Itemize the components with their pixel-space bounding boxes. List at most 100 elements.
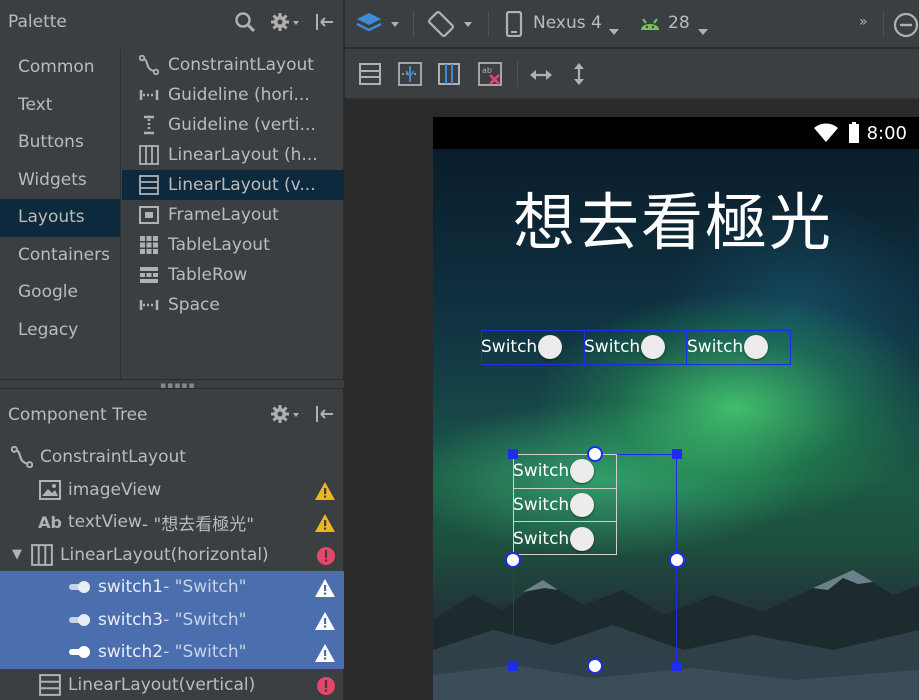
gear-icon[interactable] <box>268 402 302 426</box>
tree-row-switch1[interactable]: switch1- "Switch" <box>0 571 344 604</box>
category-buttons[interactable]: Buttons <box>0 124 120 162</box>
device-selector[interactable]: Nexus 4 <box>533 13 602 33</box>
constraint-anchor-left[interactable] <box>505 552 521 568</box>
palette-item-guideline-vertical[interactable]: Guideline (verti... <box>122 110 344 140</box>
palette-item-label: LinearLayout (h... <box>168 145 318 165</box>
palette-item-linearlayout-vertical[interactable]: LinearLayout (v... <box>122 170 344 200</box>
vertical-switch-3[interactable]: Switch <box>513 527 595 551</box>
guideline-horizontal-icon <box>138 84 160 106</box>
switch1[interactable]: Switch <box>481 335 563 359</box>
overflow-chevron-icon[interactable]: » <box>859 14 868 30</box>
aurora-image-view[interactable]: 想去看極光 Switch Switch Switch Switch Switch… <box>433 149 919 700</box>
palette-item-linearlayout-horizontal[interactable]: LinearLayout (h... <box>122 140 344 170</box>
panel-splitter[interactable]: ▪▪▪▪▪ <box>0 379 344 391</box>
palette-item-label: FrameLayout <box>168 205 279 225</box>
tree-row-linearlayout-vertical[interactable]: LinearLayout (vertical) <box>0 669 344 700</box>
component-tree: ConstraintLayout imageView Ab textView - … <box>0 441 344 700</box>
frame-layout-icon <box>138 204 160 226</box>
palette-item-constraintlayout[interactable]: ConstraintLayout <box>122 50 344 80</box>
constraint-layout-icon <box>10 446 34 469</box>
switch-label: Switch <box>687 337 744 357</box>
tree-row-constraintlayout[interactable]: ConstraintLayout <box>0 441 344 474</box>
tree-row-textview[interactable]: Ab textView - "想去看極光" <box>0 506 344 539</box>
search-icon[interactable] <box>232 10 258 34</box>
chevron-down-icon[interactable] <box>608 21 620 40</box>
warning-icon[interactable] <box>314 643 336 668</box>
vertical-switch-2[interactable]: Switch <box>513 493 595 517</box>
horizontal-layout-icon[interactable] <box>438 63 460 89</box>
palette-item-framelayout[interactable]: FrameLayout <box>122 200 344 230</box>
resize-handle[interactable] <box>508 661 518 671</box>
warning-icon[interactable] <box>314 611 336 636</box>
vertical-layout-icon[interactable] <box>359 63 381 89</box>
switch-thumb <box>570 527 595 551</box>
switch-label: Switch <box>513 461 570 481</box>
tree-row-name: imageView <box>68 479 162 500</box>
warning-icon[interactable] <box>314 513 336 538</box>
battery-icon <box>848 122 860 148</box>
android-icon <box>639 14 661 36</box>
palette-item-label: ConstraintLayout <box>168 55 314 75</box>
category-widgets[interactable]: Widgets <box>0 162 120 200</box>
palette-items: ConstraintLayout Guideline (hori... Guid… <box>122 50 344 320</box>
category-google[interactable]: Google <box>0 274 120 312</box>
switch3[interactable]: Switch <box>584 335 666 359</box>
expand-horizontal-icon[interactable] <box>529 67 553 86</box>
tree-row-detail: (horizontal) <box>170 544 269 565</box>
api-level-selector[interactable]: 28 <box>668 13 690 33</box>
expand-vertical-icon[interactable] <box>572 62 586 90</box>
constraint-layout-icon <box>138 54 160 76</box>
tree-row-detail: - "Switch" <box>163 577 247 598</box>
status-bar-time: 8:00 <box>866 123 907 144</box>
palette-item-tablelayout[interactable]: TableLayout <box>122 230 344 260</box>
tree-row-name: LinearLayout <box>68 674 179 695</box>
vertical-switch-1[interactable]: Switch <box>513 459 595 483</box>
palette-categories: Common Text Buttons Widgets Layouts Cont… <box>0 49 121 379</box>
remove-constraints-icon[interactable]: ab <box>478 62 502 90</box>
hide-panel-icon[interactable] <box>312 10 336 34</box>
category-containers[interactable]: Containers <box>0 237 120 275</box>
constraint-anchor-right[interactable] <box>669 552 685 568</box>
palette-item-space[interactable]: Space <box>122 290 344 320</box>
component-tree-title: Component Tree <box>8 405 148 425</box>
category-layouts[interactable]: Layouts <box>0 199 120 237</box>
tree-row-switch2[interactable]: switch2- "Switch" <box>0 636 344 669</box>
resize-handle[interactable] <box>672 661 682 671</box>
warning-icon[interactable] <box>314 578 336 603</box>
category-common[interactable]: Common <box>0 49 120 87</box>
warning-icon[interactable] <box>314 481 336 506</box>
switch2[interactable]: Switch <box>687 335 769 359</box>
category-text[interactable]: Text <box>0 87 120 125</box>
title-text-view[interactable]: 想去看極光 <box>513 172 833 262</box>
tree-row-name: switch1 <box>98 577 164 598</box>
tree-row-name: textView <box>68 512 142 533</box>
zoom-out-icon[interactable] <box>893 12 919 42</box>
constraint-anchor-top[interactable] <box>587 446 603 462</box>
gear-icon[interactable] <box>268 10 302 34</box>
hide-panel-icon[interactable] <box>312 402 336 426</box>
expand-arrow-icon[interactable]: ▼ <box>12 547 30 562</box>
palette-item-tablerow[interactable]: TableRow <box>122 260 344 290</box>
error-icon[interactable] <box>316 676 336 700</box>
palette-item-label: LinearLayout (v... <box>168 175 316 195</box>
design-blueprint-toggle-icon[interactable] <box>355 10 403 42</box>
tree-row-name: switch2 <box>98 642 164 663</box>
palette-header: Palette <box>0 0 344 44</box>
palette-title: Palette <box>8 12 67 32</box>
orientation-icon[interactable] <box>427 10 477 42</box>
table-row-icon <box>138 264 160 286</box>
resize-handle[interactable] <box>508 449 518 459</box>
chevron-down-icon[interactable] <box>697 21 709 40</box>
error-icon[interactable] <box>316 546 336 571</box>
constraint-anchor-bottom[interactable] <box>587 658 603 674</box>
layout-editor: Palette Common Text Buttons Widgets Layo… <box>0 0 919 700</box>
tree-row-name: LinearLayout <box>60 544 171 565</box>
tree-row-imageview[interactable]: imageView <box>0 474 344 507</box>
tree-row-linearlayout-horizontal[interactable]: ▼ LinearLayout (horizontal) <box>0 539 344 572</box>
tree-row-switch3[interactable]: switch3- "Switch" <box>0 603 344 636</box>
palette-item-label: Guideline (hori... <box>168 85 310 105</box>
guideline-convert-icon[interactable] <box>398 62 422 90</box>
palette-item-guideline-horizontal[interactable]: Guideline (hori... <box>122 80 344 110</box>
category-legacy[interactable]: Legacy <box>0 312 120 350</box>
resize-handle[interactable] <box>672 449 682 459</box>
